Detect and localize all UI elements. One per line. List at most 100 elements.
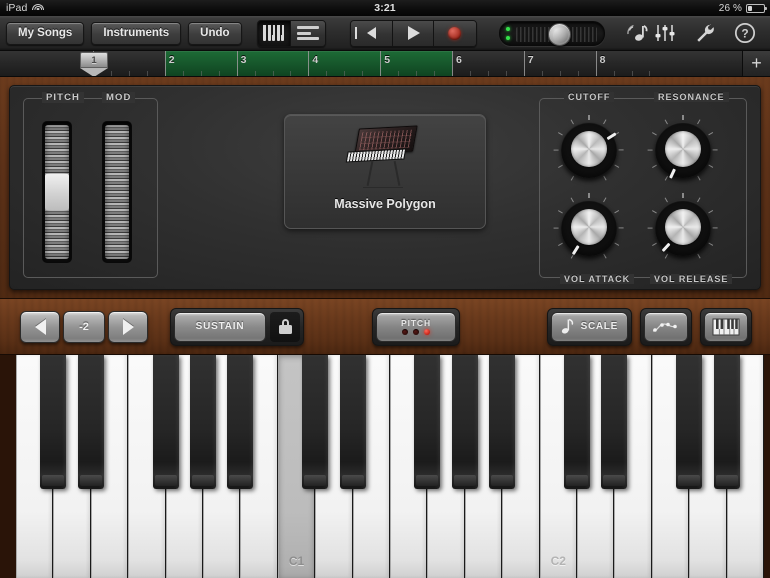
piano-key-label: C2 xyxy=(550,554,566,568)
piano-black-key[interactable] xyxy=(601,355,628,489)
piano-black-key[interactable] xyxy=(77,355,104,489)
rewind-button[interactable] xyxy=(351,20,393,46)
piano-black-key[interactable] xyxy=(227,355,254,489)
settings-button[interactable] xyxy=(692,21,718,45)
undo-button[interactable]: Undo xyxy=(188,21,242,45)
scale-button[interactable]: SCALE xyxy=(550,311,628,342)
record-button[interactable] xyxy=(434,20,476,46)
piano-black-key[interactable] xyxy=(190,355,216,489)
pitch-button[interactable]: PITCH xyxy=(376,311,456,342)
ruler-beat-tick xyxy=(272,71,274,76)
tracks-view-button[interactable] xyxy=(291,20,326,46)
keyboard-icon xyxy=(263,25,285,41)
piano-black-key[interactable] xyxy=(676,355,703,489)
arpeggiator-button[interactable] xyxy=(644,311,688,342)
ruler-beat-tick xyxy=(146,71,148,76)
master-volume-slider[interactable] xyxy=(498,20,605,46)
rewind-icon xyxy=(354,27,376,39)
sustain-lock-button[interactable] xyxy=(270,311,300,342)
pitch-button-label: PITCH xyxy=(401,318,431,328)
scale-group: SCALE xyxy=(546,307,632,346)
metronome-note-icon xyxy=(627,24,648,41)
synth-rack-icon xyxy=(335,125,435,191)
ruler-beat-tick xyxy=(182,71,184,76)
pitch-group: PITCH xyxy=(372,307,460,346)
metronome-button[interactable] xyxy=(623,20,652,46)
pitch-leds xyxy=(402,329,430,335)
ruler-beat-tick xyxy=(362,71,364,76)
ruler-bar-number: 5 xyxy=(384,54,391,66)
lock-icon xyxy=(278,319,292,334)
octave-up-button[interactable] xyxy=(108,310,148,343)
toolbar-right-icons: ? xyxy=(652,21,764,45)
resonance-label: RESONANCE xyxy=(654,92,729,102)
ruler-beat-tick xyxy=(469,71,471,76)
piano-black-key[interactable] xyxy=(339,355,366,489)
synth-panel: PITCH MOD Massive Polygon CUTOFF RESONAN… xyxy=(9,85,761,290)
ruler-beat-tick xyxy=(613,71,615,76)
mixer-button[interactable] xyxy=(652,21,678,45)
vol-release-knob[interactable] xyxy=(648,193,718,263)
timeline-ruler[interactable]: 12345678 1 + xyxy=(0,51,770,77)
playhead[interactable]: 1 xyxy=(80,52,108,76)
keyboard-size-button[interactable] xyxy=(704,311,748,342)
ruler-bar-tick xyxy=(164,51,166,76)
ruler-beat-tick xyxy=(326,71,328,76)
vol-attack-knob[interactable] xyxy=(554,193,624,263)
ruler-beat-tick xyxy=(505,71,507,76)
tracks-list-icon xyxy=(297,26,320,40)
ruler-bar-tick xyxy=(523,51,525,76)
resonance-knob[interactable] xyxy=(648,115,718,185)
record-icon xyxy=(448,26,462,40)
keyboard-view-button[interactable] xyxy=(257,20,292,46)
ruler-beat-tick xyxy=(110,71,112,76)
piano-black-key[interactable] xyxy=(302,355,329,489)
piano-black-key[interactable] xyxy=(451,355,478,489)
arrow-left-icon xyxy=(34,318,46,335)
synth-panel-wrapper: PITCH MOD Massive Polygon CUTOFF RESONAN… xyxy=(0,77,770,299)
cutoff-knob[interactable] xyxy=(554,115,624,185)
ruler-beat-tick xyxy=(398,71,400,76)
sustain-button[interactable]: SUSTAIN xyxy=(174,311,266,342)
pitch-wheel-thumb xyxy=(45,174,69,210)
mod-wheel-label: MOD xyxy=(102,92,136,103)
help-question-icon: ? xyxy=(734,22,756,44)
my-songs-button[interactable]: My Songs xyxy=(6,21,85,45)
mixer-faders-icon xyxy=(655,25,675,41)
ruler-beat-tick xyxy=(559,71,561,76)
pitch-wheel[interactable] xyxy=(42,121,72,263)
ruler-bar-number: 4 xyxy=(312,54,319,66)
ruler-beat-tick xyxy=(344,71,346,76)
level-leds xyxy=(505,26,510,40)
ruler-bar-number: 7 xyxy=(527,54,534,66)
piano-keyboard[interactable]: C1 C2 xyxy=(0,355,770,578)
vol-release-label: VOL RELEASE xyxy=(650,274,733,284)
control-strip-right: SCALE xyxy=(546,307,770,346)
volume-knob[interactable] xyxy=(547,22,571,46)
piano-black-key[interactable] xyxy=(713,355,740,489)
piano-keys-container: C1 C2 xyxy=(16,355,764,578)
piano-black-key[interactable] xyxy=(40,355,67,489)
octave-down-button[interactable] xyxy=(20,310,60,343)
ruler-beat-tick xyxy=(218,71,220,76)
piano-black-key[interactable] xyxy=(564,355,590,489)
scale-button-label: SCALE xyxy=(580,321,618,332)
piano-black-key[interactable] xyxy=(152,355,179,489)
mod-wheel-ribs xyxy=(105,125,129,259)
play-button[interactable] xyxy=(392,20,435,46)
ruler-bar-number: 6 xyxy=(456,54,462,66)
transport-controls xyxy=(350,19,477,47)
mod-wheel[interactable] xyxy=(102,121,132,263)
ruler-bar-tick xyxy=(308,51,310,76)
view-mode-segmented-control xyxy=(256,19,327,47)
add-section-button[interactable]: + xyxy=(742,51,770,76)
playhead-tip xyxy=(80,68,108,76)
help-button[interactable]: ? xyxy=(732,21,758,45)
status-bar-clock: 3:21 xyxy=(374,2,396,14)
instrument-tile[interactable]: Massive Polygon xyxy=(284,114,486,229)
instruments-button[interactable]: Instruments xyxy=(91,21,182,45)
piano-black-key[interactable] xyxy=(489,355,516,489)
battery-icon xyxy=(746,3,767,13)
ruler-beat-tick xyxy=(416,71,418,76)
piano-black-key[interactable] xyxy=(414,355,441,489)
